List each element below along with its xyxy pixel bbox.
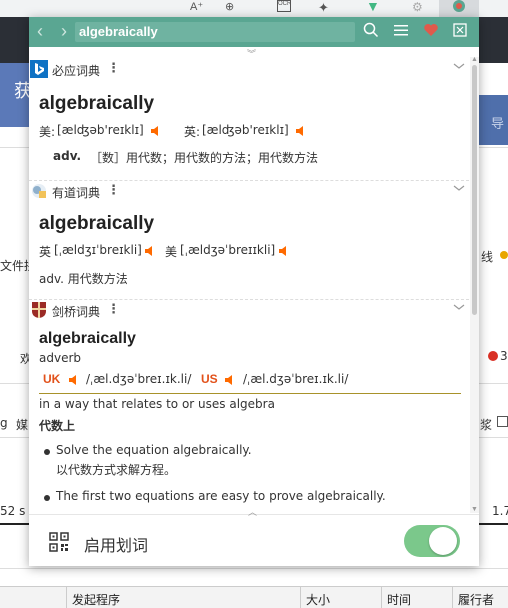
us-label: US [201,372,218,386]
error-icon [488,351,498,361]
divider [39,393,461,394]
example-en: The first two equations are easy to prov… [56,489,386,503]
zh-definition: 代数上 [39,419,76,433]
speaker-icon[interactable] [68,374,80,386]
scrollbar-thumb[interactable] [472,65,477,315]
speaker-icon[interactable] [224,374,236,386]
menu-icon[interactable] [391,22,411,42]
youdao-logo-icon [32,184,46,198]
bg-text: 3 [500,349,508,363]
qr-code-icon[interactable] [49,532,69,552]
definition: ［数］用代数；用代数的方法；用代数方法 [90,151,319,165]
dict-name: 必应词典 [52,64,101,78]
bullet [44,495,50,501]
chevron-down-icon[interactable] [452,300,466,314]
bg-text: 52 s [0,504,26,518]
scroll-up-icon[interactable]: ▲ [471,56,478,63]
youdao-dict-header[interactable]: 有道词典 ⋮ [29,181,469,201]
scroll-down-icon[interactable]: ▼ [471,506,478,513]
column-size[interactable]: 大小 [306,591,330,608]
checkbox[interactable] [497,416,508,427]
dict-name: 剑桥词典 [52,305,101,319]
vue-extension-icon[interactable]: ▼ [366,0,380,14]
ocr-extension-icon[interactable]: OCR [277,0,291,12]
toggle-knob [429,527,457,555]
enable-selection-toggle[interactable] [404,525,460,557]
bg-text: 线 [481,250,494,264]
cambridge-logo-icon [32,302,46,318]
page-blue-button-right[interactable]: 导 [479,95,508,145]
speaker-icon[interactable] [150,125,162,137]
popup-header: ‹ › algebraically [29,17,479,47]
example-en: Solve the equation algebraically. [56,443,252,457]
dictionary-extension-button[interactable] [439,0,479,17]
popup-footer: ︿ 启用划词 [29,507,479,566]
example-zh: 以代数方式求解方程。 [56,463,177,477]
bg-text: 1.7 [492,504,508,518]
uk-label: 英 [39,245,52,259]
read-aloud-icon[interactable]: A⁺ [190,0,203,16]
search-input[interactable]: algebraically [75,22,355,42]
column-initiator[interactable]: 发起程序 [72,591,120,608]
us-label: 美 [165,245,178,259]
column-time[interactable]: 时间 [387,591,411,608]
bullet [44,449,50,455]
part-of-speech: adverb [39,351,82,365]
us-phonetic: [ˌældʒəˈbreɪɪkli] [180,243,276,257]
favorite-heart-icon[interactable] [421,22,441,42]
youdao-word: algebraically [39,213,155,234]
uk-ipa: /ˌæl.dʒəˈbreɪ.ɪk.li/ [86,372,192,386]
speaker-icon[interactable] [144,245,156,257]
chevron-down-icon[interactable] [452,181,466,195]
chevron-up-icon[interactable]: ︿ [248,505,257,518]
bing-word: algebraically [39,93,155,114]
us-ipa: /ˌæl.dʒəˈbreɪ.ɪk.li/ [243,372,349,386]
bg-text: g [0,416,8,430]
back-icon[interactable]: ‹ [37,21,43,41]
part-of-speech: adv. [53,149,82,163]
column-fulfilled-by[interactable]: 履行者 [458,591,494,608]
add-tab-icon[interactable]: ⊕ [225,0,234,16]
pin-window-icon[interactable] [450,22,470,42]
cambridge-word: algebraically [39,330,136,347]
ninja-extension-icon[interactable]: ✦ [318,0,329,16]
dict-results: 必应词典 ⋮ algebraically 美: [ælʤəb'reɪklɪ] 英… [29,54,479,514]
speaker-icon[interactable] [278,245,290,257]
us-label: 美: [39,125,56,139]
page-blue-button[interactable]: 获 [0,63,32,127]
dict-name: 有道词典 [52,186,101,200]
bing-logo-icon [30,60,48,78]
enable-selection-label: 启用划词 [84,536,149,555]
uk-label: UK [43,372,61,386]
speaker-icon[interactable] [295,125,307,137]
dictionary-popup: ‹ › algebraically ︾ 必应词典 ⋮ algebraically… [29,17,479,566]
search-icon[interactable] [361,22,381,42]
network-table-header: 发起程序 大小 时间 履行者 [0,586,508,608]
dict-menu-icon[interactable]: ⋮ [107,301,120,317]
divider [0,568,508,569]
browser-toolbar: A⁺ ⊕ OCR ✦ ▼ ⚙ [0,0,508,17]
us-phonetic: [ælʤəb'reɪklɪ] [57,123,144,137]
cambridge-dict-header[interactable]: 剑桥词典 ⋮ [29,300,469,320]
forward-icon[interactable]: › [61,21,67,41]
uk-label: 英: [184,125,201,139]
bg-text: 浆 [480,418,493,432]
definition: adv. 用代数方法 [39,272,128,286]
definition: in a way that relates to or uses algebra [39,397,275,411]
chevron-down-icon[interactable] [452,59,466,73]
gear-extension-icon[interactable]: ⚙ [412,0,423,16]
bg-text: 媒 [16,418,29,432]
uk-phonetic: [ælʤəb'reɪklɪ] [202,123,289,137]
dict-menu-icon[interactable]: ⋮ [107,60,120,76]
status-dot-icon [500,251,508,259]
bing-dict-header[interactable]: 必应词典 ⋮ [29,59,469,79]
dict-menu-icon[interactable]: ⋮ [107,182,120,198]
uk-phonetic: [ˌældʒɪˈbreɪkli] [54,243,142,257]
